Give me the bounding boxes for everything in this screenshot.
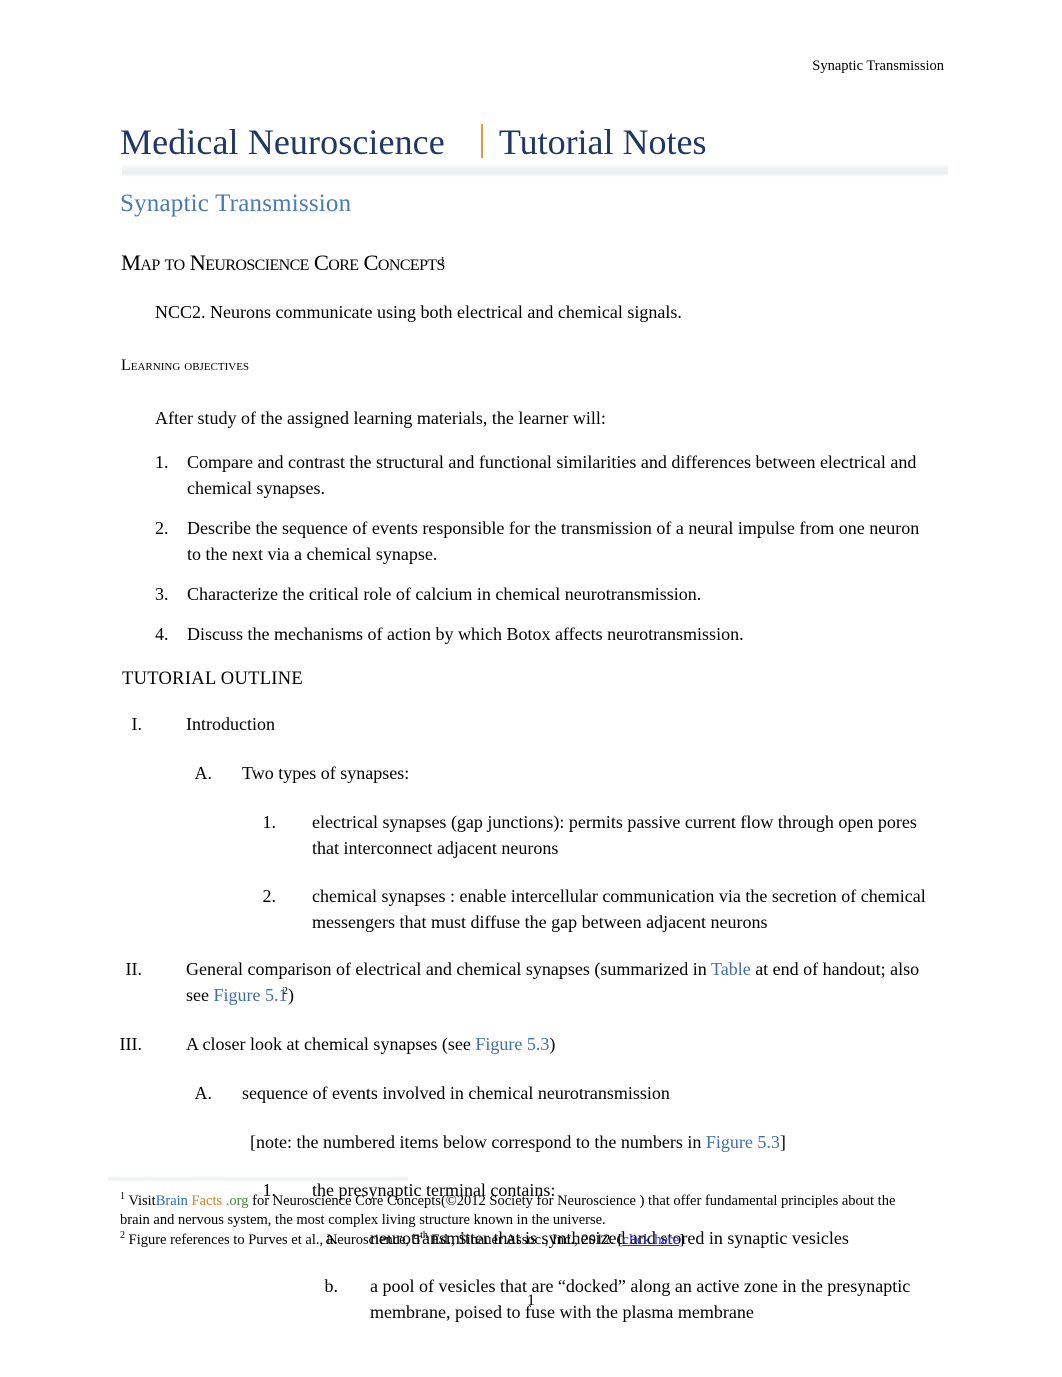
list-item: 4. Discuss the mechanisms of action by w…: [155, 622, 925, 648]
masthead-main-title: Medical Neuroscience: [120, 122, 445, 162]
map-heading-part1: Map to: [121, 250, 190, 275]
footnote-2-ordinal-superscript: th: [420, 1229, 428, 1241]
outline-text-pre: General comparison of electrical and che…: [186, 959, 711, 980]
page-number: 1: [527, 1292, 535, 1309]
masthead-separator-bar: [480, 124, 483, 158]
list-item-text: Describe the sequence of events responsi…: [187, 517, 920, 564]
footnote-2: 2 Figure references to Purves et al., Ne…: [120, 1229, 920, 1250]
section-heading-map-to-core-concepts: Map to Neuroscience Core Concepts1: [121, 250, 445, 276]
outline-text: sequence of events involved in chemical …: [242, 1083, 670, 1104]
masthead: Medical Neuroscience Tutorial Notes: [120, 120, 962, 163]
list-item: 2. Describe the sequence of events respo…: [155, 516, 925, 568]
running-header: Synaptic Transmission: [812, 58, 944, 74]
tutorial-outline-list: I. Introduction A. Two types of synapses…: [108, 712, 928, 1348]
outline-row-i-a-2: 2. chemical synapses : enable intercellu…: [250, 884, 928, 936]
outline-marker: II.: [125, 959, 143, 980]
outline-text: electrical synapses (gap junctions): per…: [312, 811, 917, 858]
outline-text: A closer look at chemical synapses (see …: [186, 1032, 928, 1058]
footnotes-block: 1 VisitBrain Facts .org for Neuroscience…: [120, 1192, 920, 1250]
list-item-number: 4.: [155, 623, 169, 644]
learning-objectives-list: 1. Compare and contrast the structural a…: [155, 450, 925, 661]
link-figure-5-3-note[interactable]: Figure 5.3: [706, 1132, 780, 1152]
list-item-number: 1.: [155, 452, 169, 472]
outline-marker: 1.: [262, 811, 277, 832]
list-item-number: 2.: [155, 517, 169, 538]
masthead-divider: [122, 163, 948, 177]
footnote-2-post: ]: [679, 1231, 685, 1248]
brainfacts-brain-word[interactable]: Brain: [156, 1193, 188, 1209]
masthead-sub-title: Tutorial Notes: [498, 122, 707, 162]
objectives-intro: After study of the assigned learning mat…: [155, 408, 606, 428]
map-heading-part4: Concepts: [363, 250, 446, 275]
link-table[interactable]: Table: [711, 959, 751, 979]
section-heading-learning-objectives: Learning objectives: [121, 357, 250, 374]
footnote-2-mid: Ed., Sinauer Assoc., Inc., 2012. [: [427, 1231, 623, 1248]
outline-row-iii-a: A. sequence of events involved in chemic…: [186, 1081, 928, 1107]
map-heading-part3: Core: [313, 250, 364, 275]
outline-marker: III.: [119, 1034, 142, 1055]
outline-marker: 2.: [262, 885, 277, 906]
footnote-1-pre: Visit: [125, 1193, 156, 1209]
link-figure-5-3[interactable]: Figure 5.3: [475, 1034, 549, 1054]
outline-row-i-a: A. Two types of synapses:: [186, 761, 928, 787]
map-heading-part2: Neuroscience: [189, 250, 314, 275]
document-subtitle: Synaptic Transmission: [120, 190, 352, 217]
outline-text-pre: A closer look at chemical synapses (see: [186, 1034, 476, 1055]
outline-text: chemical synapses : enable intercellular…: [312, 885, 926, 932]
map-heading-footnote-marker: 1: [439, 254, 445, 267]
brainfacts-org-word[interactable]: .org: [222, 1193, 249, 1209]
list-item-text: Discuss the mechanisms of action by whic…: [187, 623, 744, 644]
list-item: 3. Characterize the critical role of cal…: [155, 582, 925, 608]
list-item-text: Characterize the critical role of calciu…: [187, 583, 702, 604]
section-heading-tutorial-outline: TUTORIAL OUTLINE: [122, 669, 304, 689]
link-click-here[interactable]: click here: [622, 1232, 679, 1248]
footnote-separator: [108, 1176, 408, 1182]
outline-row-i-a-1: 1. electrical synapses (gap junctions): …: [250, 810, 928, 862]
link-figure-5-1[interactable]: Figure 5.1: [213, 985, 287, 1005]
outline-text-post: ): [549, 1034, 556, 1055]
outline-row-iii: III. A closer look at chemical synapses …: [108, 1032, 928, 1058]
outline-marker: A.: [194, 762, 213, 783]
outline-text-post: ): [287, 985, 294, 1006]
list-item-number: 3.: [155, 583, 169, 604]
ncc2-statement: NCC2. Neurons communicate using both ele…: [155, 302, 682, 322]
list-item-text: Compare and contrast the structural and …: [187, 452, 917, 498]
outline-text: Introduction: [186, 714, 275, 734]
outline-text: General comparison of electrical and che…: [186, 957, 928, 1009]
document-page: Synaptic Transmission Medical Neuroscien…: [0, 0, 1062, 1377]
outline-text: Two types of synapses:: [242, 762, 410, 783]
footnote-1: 1 VisitBrain Facts .org for Neuroscience…: [120, 1192, 920, 1231]
note-text-pre: [note: the numbered items below correspo…: [250, 1132, 706, 1153]
list-item: 1. Compare and contrast the structural a…: [155, 450, 925, 502]
brainfacts-facts-word[interactable]: Facts: [188, 1193, 223, 1209]
outline-note-figure-reference: [note: the numbered items below correspo…: [250, 1130, 928, 1156]
outline-marker: I.: [131, 714, 143, 734]
note-text-post: ]: [779, 1132, 786, 1153]
footnote-2-pre: Figure references to Purves et al., Neur…: [125, 1231, 421, 1248]
outline-marker: A.: [194, 1083, 213, 1104]
outline-row-i: I. Introduction: [108, 712, 928, 738]
outline-row-ii: II. General comparison of electrical and…: [108, 957, 928, 1009]
